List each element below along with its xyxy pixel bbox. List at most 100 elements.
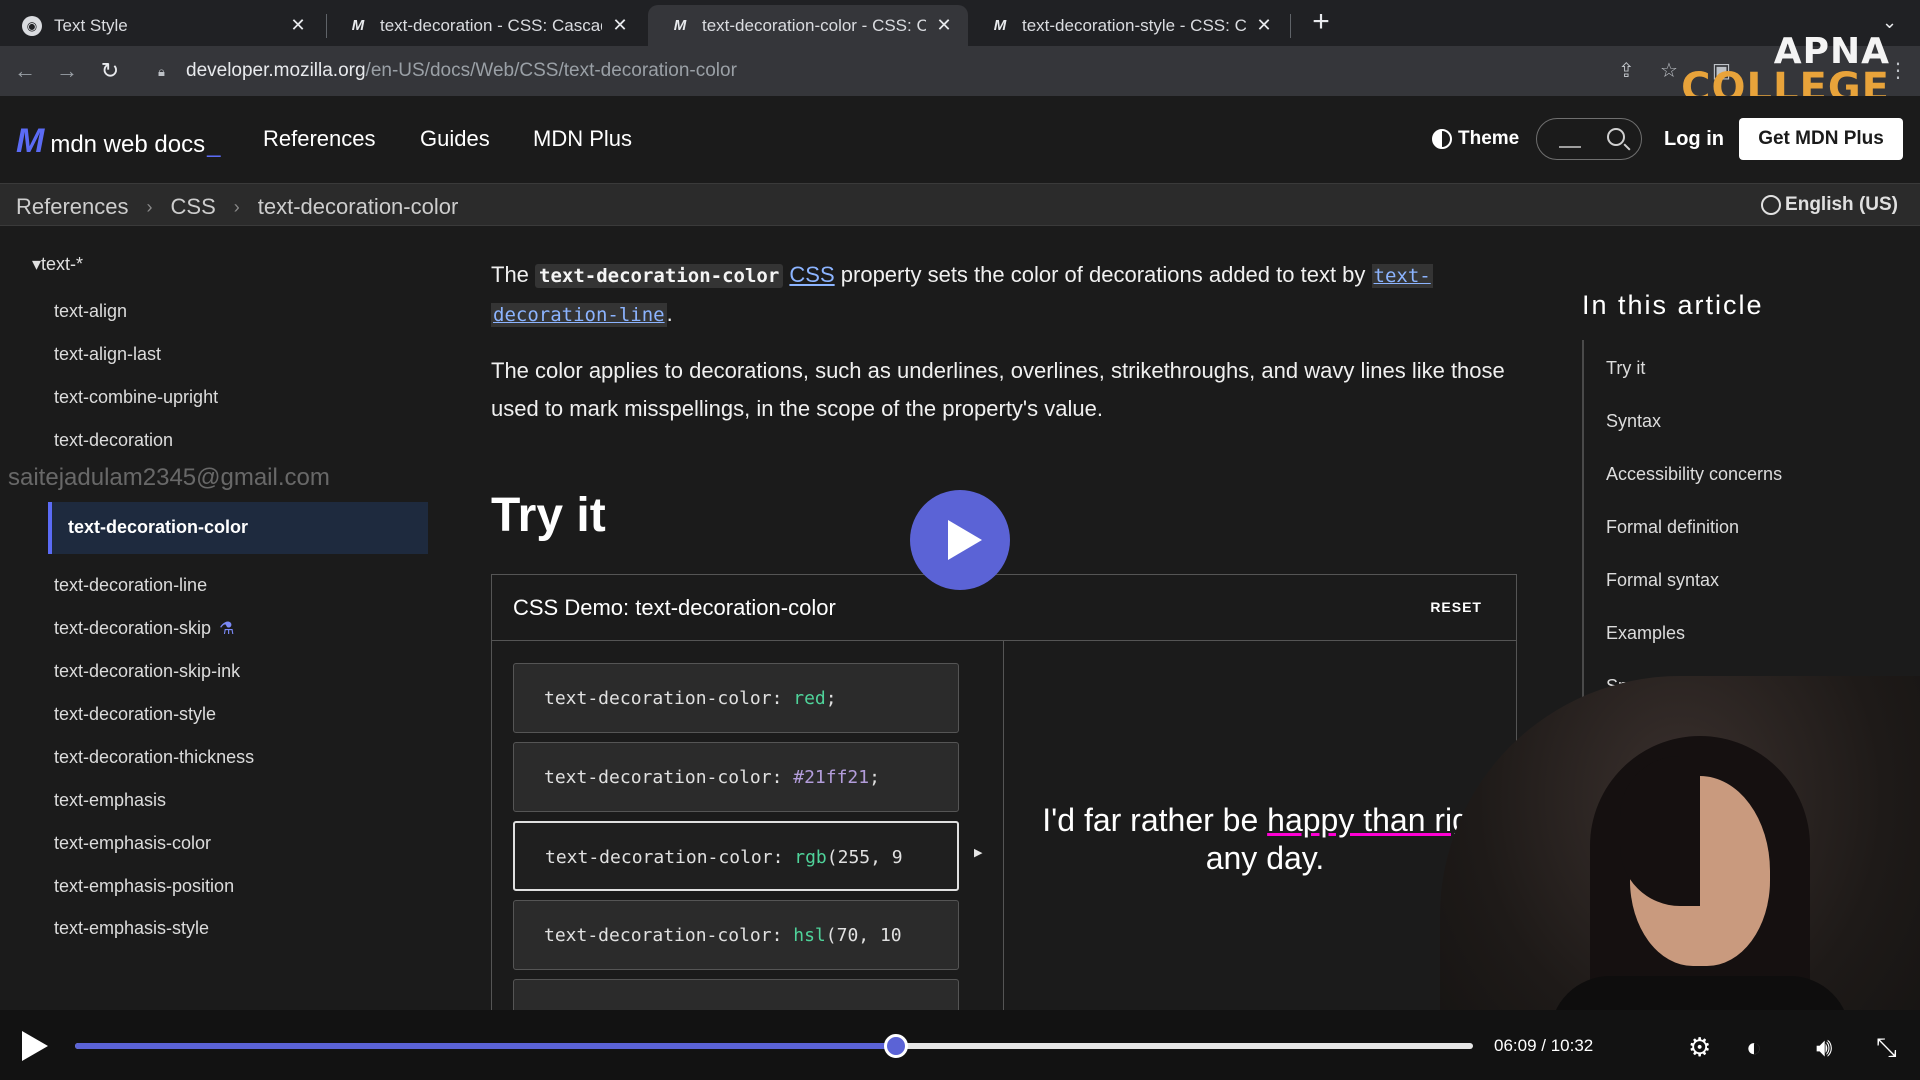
sidebar-item[interactable]: text-emphasis-position (54, 876, 234, 897)
mdn-icon: M (673, 17, 687, 34)
nav-mdn-plus[interactable]: MDN Plus (533, 126, 632, 152)
seek-bar[interactable] (75, 1034, 1473, 1058)
seek-progress (75, 1043, 896, 1049)
nav-references[interactable]: References (263, 126, 376, 152)
toc-divider (1582, 340, 1584, 710)
tab-text-decoration-color[interactable]: M text-decoration-color - CSS: C ✕ (648, 5, 968, 46)
url-path: /en-US/docs/Web/CSS/text-decoration-colo… (365, 60, 737, 81)
reload-icon[interactable]: ↻ (97, 58, 123, 84)
breadcrumb: References › CSS › text-decoration-color (16, 194, 458, 220)
seek-handle[interactable] (883, 1034, 908, 1058)
sidebar-item[interactable]: text-decoration-line (54, 575, 207, 596)
chevron-right-icon: › (146, 196, 153, 217)
search-icon[interactable] (1607, 128, 1625, 146)
tab-title: text-decoration-color - CSS: C (702, 15, 926, 35)
exit-fullscreen-icon[interactable]: ⤡ (1876, 1032, 1897, 1064)
time-display: 06:09 / 10:32 (1494, 1036, 1594, 1055)
demo-choice-red[interactable]: text-decoration-color: red; (513, 663, 959, 733)
email-watermark: saitejadulam2345@gmail.com (8, 464, 330, 491)
close-icon[interactable]: ✕ (1254, 15, 1274, 36)
text-decoration-line-link-part1[interactable]: text- (1371, 264, 1433, 288)
gear-icon[interactable]: ⚙ (1688, 1032, 1711, 1063)
mdn-icon: M (993, 17, 1007, 34)
sidebar-item[interactable]: text-decoration-skip-ink (54, 661, 240, 682)
volume-icon[interactable]: 🔊︎ (1816, 1032, 1832, 1064)
demo-choice-hex[interactable]: text-decoration-color: #21ff21; (513, 742, 959, 812)
tab-title: Text Style (54, 15, 128, 35)
toc-item[interactable]: Try it (1606, 358, 1645, 379)
breadcrumb-css[interactable]: CSS (171, 194, 216, 220)
globe-icon: ◉ (22, 15, 42, 36)
demo-title: CSS Demo: text-decoration-color (513, 595, 836, 620)
search-input[interactable] (1536, 118, 1642, 160)
browser-tab-strip: ◉ Text Style ✕ M text-decoration - CSS: … (0, 0, 1920, 46)
demo-choice-rgb[interactable]: text-decoration-color: rgb(255, 9 (513, 821, 959, 891)
nav-guides[interactable]: Guides (420, 126, 490, 152)
language-label: English (US) (1785, 194, 1898, 215)
demo-choice-partial[interactable] (513, 979, 959, 1010)
video-controls: 06:09 / 10:32 ⚙ ◐ 🔊︎ ⤡ (0, 1010, 1920, 1080)
output-text: any day. (1205, 840, 1325, 876)
css-demo-panel: CSS Demo: text-decoration-color RESET te… (491, 574, 1517, 1010)
sidebar-item[interactable]: text-decoration-style (54, 704, 216, 725)
language-switcher[interactable]: English (US) (1761, 194, 1898, 216)
sidebar-item[interactable]: text-emphasis-style (54, 918, 209, 939)
mdn-logo[interactable]: M mdn web docs _ (16, 122, 220, 161)
sidebar-item-experimental[interactable]: text-decoration-skip ⚗ (54, 618, 234, 639)
demo-choices: text-decoration-color: red; text-decorat… (492, 641, 1004, 1010)
breadcrumb-current[interactable]: text-decoration-color (258, 194, 459, 220)
theme-label: Theme (1458, 128, 1520, 149)
sidebar-item-label: text-decoration-skip (54, 618, 212, 638)
toc-item[interactable]: Examples (1606, 623, 1685, 644)
close-icon[interactable]: ✕ (288, 15, 308, 36)
new-tab-button[interactable]: + (1306, 7, 1336, 38)
back-arrow-icon[interactable]: ← (12, 58, 38, 84)
sidebar-item[interactable]: text-align (54, 301, 127, 322)
mdn-icon: M (351, 17, 365, 34)
video-play-overlay-button[interactable] (910, 490, 1010, 590)
sidebar-item[interactable]: text-emphasis-color (54, 833, 211, 854)
search-caret (1559, 146, 1581, 148)
sidebar-item[interactable]: text-decoration (54, 430, 173, 451)
close-icon[interactable]: ✕ (934, 15, 954, 36)
flask-icon: ⚗ (219, 619, 235, 638)
text-decoration-line-link-part2[interactable]: decoration-line (491, 303, 667, 327)
login-link[interactable]: Log in (1664, 128, 1724, 151)
close-icon[interactable]: ✕ (610, 15, 630, 36)
demo-choice-hsl[interactable]: text-decoration-color: hsl(70, 10 (513, 900, 959, 970)
chevron-down-icon[interactable]: ⌄ (1882, 12, 1897, 33)
sidebar-item[interactable]: text-emphasis (54, 790, 166, 811)
forward-arrow-icon[interactable]: → (54, 58, 80, 84)
breadcrumb-bar: References › CSS › text-decoration-color… (0, 184, 1920, 226)
reset-button[interactable]: RESET (1430, 599, 1482, 615)
selected-arrow-icon: ▶ (974, 847, 983, 859)
get-mdn-plus-button[interactable]: Get MDN Plus (1739, 118, 1903, 160)
toc-item[interactable]: Syntax (1606, 411, 1661, 432)
article-content: The text-decoration-color CSS property s… (491, 226, 1517, 1010)
sidebar-item[interactable]: text-combine-upright (54, 387, 218, 408)
star-icon[interactable]: ☆ (1660, 58, 1678, 83)
toc-item[interactable]: Accessibility concerns (1606, 464, 1782, 485)
css-link[interactable]: CSS (789, 262, 834, 287)
pip-toggle-icon[interactable]: ◐ (1746, 1032, 1762, 1063)
url-host: developer.mozilla.org (186, 60, 366, 81)
tab-text-style[interactable]: ◉ Text Style ✕ (0, 5, 322, 46)
sidebar-item-active[interactable]: text-decoration-color (48, 502, 428, 554)
tab-text-decoration-style[interactable]: M text-decoration-style - CSS: C ✕ (968, 5, 1288, 46)
tab-text-decoration[interactable]: M text-decoration - CSS: Cascad ✕ (326, 5, 644, 46)
mdn-header: M mdn web docs _ References Guides MDN P… (0, 96, 1920, 184)
theme-button[interactable]: Theme (1432, 128, 1519, 150)
address-bar[interactable]: 🔒︎ developer.mozilla.org/en-US/docs/Web/… (140, 52, 1680, 90)
tab-title: text-decoration-style - CSS: C (1022, 15, 1246, 35)
sidebar-item[interactable]: text-decoration-thickness (54, 747, 254, 768)
breadcrumb-references[interactable]: References (16, 194, 129, 220)
toc-item[interactable]: Formal syntax (1606, 570, 1719, 591)
sidebar-item[interactable]: text-align-last (54, 344, 161, 365)
share-icon[interactable]: ⇪ (1618, 58, 1635, 83)
toc-item[interactable]: Formal definition (1606, 517, 1739, 538)
kebab-menu-icon[interactable]: ⋮ (1888, 58, 1908, 83)
mdn-m-icon: M (16, 122, 45, 160)
sidebar: ▾text-* text-align text-align-last text-… (0, 226, 440, 1010)
sidebar-group-toggle[interactable]: ▾text-* (32, 254, 83, 275)
play-icon[interactable] (22, 1031, 48, 1061)
